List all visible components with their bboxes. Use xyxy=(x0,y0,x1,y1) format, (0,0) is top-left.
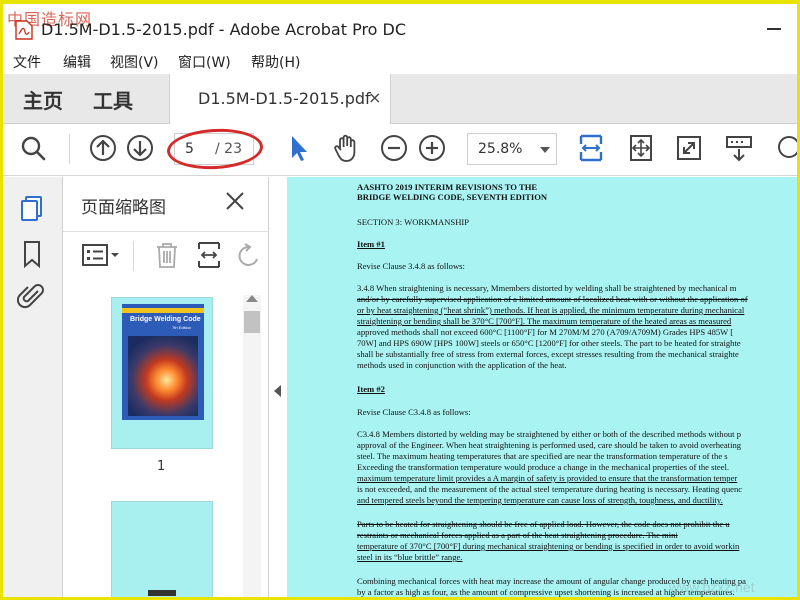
doc-item-heading: Item #1 xyxy=(357,239,385,249)
menu-view[interactable]: 视图(V) xyxy=(110,52,159,72)
menu-help[interactable]: 帮助(H) xyxy=(251,52,300,72)
select-pointer-icon[interactable] xyxy=(283,132,315,164)
doc-paragraph-line: Revise Clause 3.4.8 as follows: xyxy=(357,261,465,271)
minimize-button[interactable] xyxy=(767,28,781,30)
app-window: 中国造标网 D1.5M-D1.5-2015.pdf - Adobe Acroba… xyxy=(0,0,800,600)
doc-paragraph-line: shall be substantially free of stress fr… xyxy=(357,349,739,359)
panel-collapse-strip xyxy=(269,177,287,597)
collapse-panel-icon[interactable] xyxy=(274,385,281,397)
next-page-icon[interactable] xyxy=(124,132,156,164)
red-annotation-circle xyxy=(166,126,264,172)
comment-icon[interactable] xyxy=(773,132,797,164)
doc-paragraph-line: is not exceeded, and the measurement of … xyxy=(357,484,743,494)
chevron-down-icon xyxy=(540,147,550,153)
page-number-field[interactable]: 5 / 23 xyxy=(166,126,264,172)
search-icon[interactable] xyxy=(17,132,49,164)
scrolling-mode-icon[interactable] xyxy=(723,132,755,164)
cover-image: Bridge Welding Code 7th Edition xyxy=(122,304,204,420)
page-thumbnail-number: 1 xyxy=(157,459,166,474)
cover-band xyxy=(122,308,204,313)
doc-paragraph-line: C3.4.8 Members distorted by welding may … xyxy=(357,429,742,439)
tab-tools[interactable]: 工具 xyxy=(93,85,133,114)
pdf-file-icon xyxy=(15,20,33,40)
doc-paragraph-line: Parts to be heated for straightening sho… xyxy=(357,519,730,529)
doc-heading-line-2: BRIDGE WELDING CODE, SEVENTH EDITION xyxy=(357,192,548,202)
doc-section-title: SECTION 3: WORKMANSHIP xyxy=(357,217,470,227)
doc-paragraph-line: Revise Clause C3.4.8 as follows: xyxy=(357,407,471,417)
separator xyxy=(69,134,70,164)
scroll-up-icon[interactable] xyxy=(246,295,258,302)
doc-paragraph-line: or by heat straightening (“heat shrink”)… xyxy=(357,305,745,315)
full-screen-icon[interactable] xyxy=(673,132,705,164)
navigation-pane-rail xyxy=(3,177,63,597)
title-bar: 中国造标网 D1.5M-D1.5-2015.pdf - Adobe Acroba… xyxy=(3,4,797,48)
zoom-dropdown[interactable]: 25.8% xyxy=(467,133,557,165)
scrollbar-thumb[interactable] xyxy=(244,311,260,333)
close-icon[interactable] xyxy=(223,189,247,213)
doc-paragraph-line: steel in its “blue brittle” range. xyxy=(357,552,463,562)
close-tab-button[interactable]: × xyxy=(368,88,381,107)
hand-tool-icon[interactable] xyxy=(330,132,362,164)
fit-width-icon[interactable] xyxy=(575,132,607,164)
menu-file[interactable]: 文件 xyxy=(13,52,41,72)
doc-paragraph-line: straightening or bending shall be 370°C … xyxy=(357,316,732,326)
cover-edition: 7th Edition xyxy=(172,325,191,330)
toolbar: 5 / 23 25.8% xyxy=(3,124,797,176)
tab-document-label: D1.5M-D1.5-2015.pdf xyxy=(198,89,371,108)
doc-item-heading: Item #2 xyxy=(357,384,385,394)
doc-paragraph-line: 3.4.8 When straightening is necessary, M… xyxy=(357,283,737,293)
thumbnail-options-icon[interactable] xyxy=(81,239,123,271)
thumbnails-panel: 页面缩略图 Bridge Welding Code 7th Edition 1 xyxy=(63,177,269,597)
aashto-logo xyxy=(148,590,176,596)
page-thumbnail-2[interactable] xyxy=(111,501,213,597)
bookmarks-icon[interactable] xyxy=(17,239,47,269)
doc-paragraph-line: and tempered steels beyond the tempering… xyxy=(357,495,723,505)
zoom-value: 25.8% xyxy=(478,141,523,157)
zoom-in-icon[interactable] xyxy=(416,132,448,164)
tab-document[interactable]: D1.5M-D1.5-2015.pdf × xyxy=(169,74,391,124)
doc-paragraph-line: restraints or mechanical forces applied … xyxy=(357,530,678,540)
menu-edit[interactable]: 编辑 xyxy=(63,52,91,72)
doc-paragraph-line: approval of the Engineer. When heat stra… xyxy=(357,440,742,450)
doc-paragraph-line: and/or by carefully supervised applicati… xyxy=(357,294,748,304)
separator xyxy=(133,241,134,271)
welding-photo xyxy=(128,336,198,416)
menu-bar: 文件 编辑 视图(V) 窗口(W) 帮助(H) xyxy=(3,48,797,74)
doc-paragraph-line: steel. The maximum heating temperatures … xyxy=(357,451,728,461)
doc-paragraph-line: Exceeding the transformation temperature… xyxy=(357,462,730,472)
tab-bar: 主页 工具 D1.5M-D1.5-2015.pdf × xyxy=(3,74,797,124)
doc-paragraph-line: maximum temperature limit provides a A m… xyxy=(357,473,738,483)
page-thumbnails-icon[interactable] xyxy=(17,193,47,223)
site-watermark: www.bzxz.net xyxy=(669,579,755,595)
previous-page-icon[interactable] xyxy=(87,132,119,164)
delete-pages-icon[interactable] xyxy=(151,239,183,271)
doc-paragraph-line: approved methods shall not exceed 600°C … xyxy=(357,327,734,337)
doc-paragraph-line: 70W] and HPS 690W [HPS 100W] steels or 6… xyxy=(357,338,741,348)
attachments-icon[interactable] xyxy=(16,281,47,311)
doc-paragraph-line: temperature of 370°C [700°F] during mech… xyxy=(357,541,740,551)
page-thumbnail-1[interactable]: Bridge Welding Code 7th Edition xyxy=(111,297,213,449)
doc-paragraph-line: methods used in conjunction with the app… xyxy=(357,360,567,370)
cover-title: Bridge Welding Code xyxy=(130,316,201,323)
window-title: D1.5M-D1.5-2015.pdf - Adobe Acrobat Pro … xyxy=(41,20,407,39)
tab-home[interactable]: 主页 xyxy=(23,85,63,114)
menu-window[interactable]: 窗口(W) xyxy=(178,52,231,72)
divider xyxy=(63,231,269,232)
panel-title: 页面缩略图 xyxy=(81,198,166,218)
fit-page-icon[interactable] xyxy=(625,132,657,164)
document-page: AASHTO 2019 INTERIM REVISIONS TO THE BRI… xyxy=(287,177,797,597)
undo-icon[interactable] xyxy=(235,239,261,271)
zoom-out-icon[interactable] xyxy=(378,132,410,164)
thumbnail-scrollbar[interactable] xyxy=(243,295,261,597)
rotate-pages-icon[interactable] xyxy=(193,239,225,271)
